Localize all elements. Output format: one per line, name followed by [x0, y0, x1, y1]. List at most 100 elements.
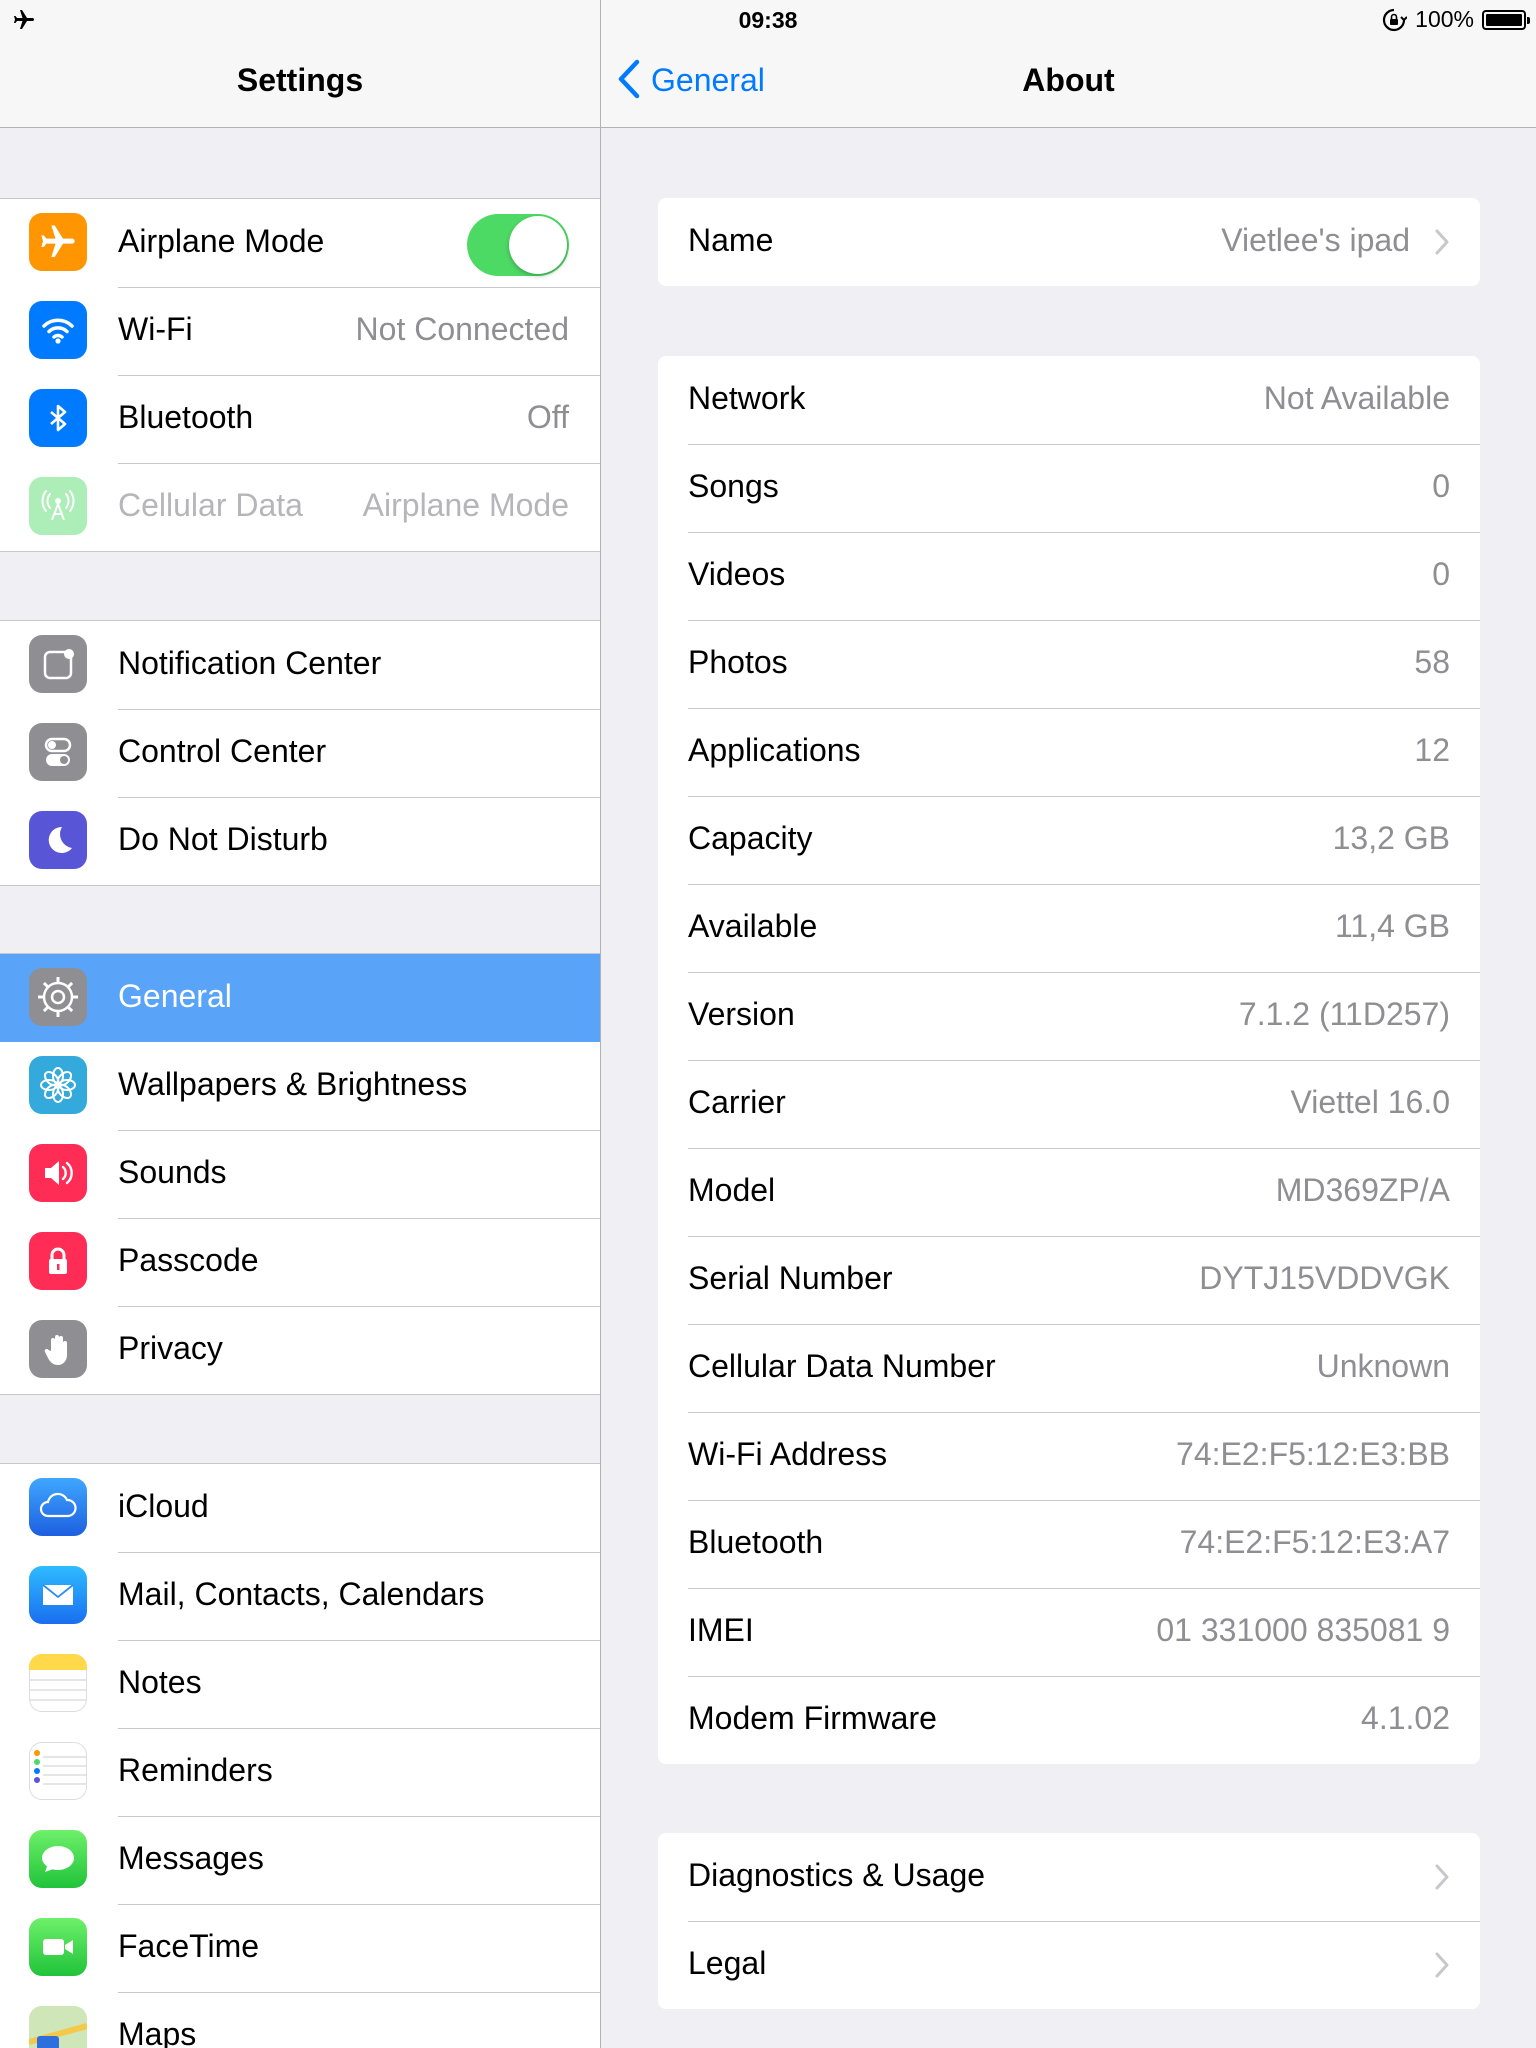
sidebar-item-maps[interactable]: Maps	[0, 1992, 600, 2048]
sidebar-item-label: Reminders	[118, 1752, 273, 1788]
row-value: 12	[1414, 732, 1450, 768]
songs-row: Songs 0	[658, 444, 1480, 532]
chevron-right-icon	[1435, 1952, 1449, 1978]
sidebar-item-label: Wi-Fi	[118, 311, 193, 347]
sidebar-item-label: Privacy	[118, 1330, 223, 1366]
sidebar-item-control-center[interactable]: Control Center	[0, 709, 600, 797]
row-value: 0	[1432, 468, 1450, 504]
sidebar-item-general[interactable]: General	[0, 954, 600, 1042]
row-value: MD369ZP/A	[1275, 1172, 1450, 1208]
about-group-info: Network Not Available Songs 0 Videos 0 Phot…	[658, 356, 1480, 1764]
sidebar-item-reminders[interactable]: Reminders	[0, 1728, 600, 1816]
settings-master-pane: Settings Airplane Mode Wi-Fi Not Connect…	[0, 0, 601, 2048]
chevron-right-icon	[1435, 229, 1449, 255]
sidebar-item-cellular-data[interactable]: Cellular Data Airplane Mode	[0, 463, 600, 551]
settings-group-connectivity: Airplane Mode Wi-Fi Not Connected Blueto…	[0, 198, 600, 552]
row-value: Unknown	[1316, 1348, 1450, 1384]
messages-icon	[29, 1830, 87, 1888]
row-value: DYTJ15VDDVGK	[1199, 1260, 1450, 1296]
control-center-icon	[29, 723, 87, 781]
row-label: Videos	[688, 556, 786, 592]
row-value: 13,2 GB	[1332, 820, 1450, 856]
speaker-icon	[29, 1144, 87, 1202]
row-label: Songs	[688, 468, 779, 504]
row-value: 0	[1432, 556, 1450, 592]
sidebar-item-mail-contacts-calendars[interactable]: Mail, Contacts, Calendars	[0, 1552, 600, 1640]
lock-icon	[29, 1232, 87, 1290]
row-label: Wi-Fi Address	[688, 1436, 888, 1472]
row-label: Serial Number	[688, 1260, 893, 1296]
available-row: Available 11,4 GB	[658, 884, 1480, 972]
sidebar-item-label: Mail, Contacts, Calendars	[118, 1576, 485, 1612]
gear-icon	[29, 968, 87, 1026]
sidebar-item-notes[interactable]: Notes	[0, 1640, 600, 1728]
row-label: Available	[688, 908, 818, 944]
sidebar-item-airplane-mode[interactable]: Airplane Mode	[0, 199, 600, 287]
status-right: 100%	[1381, 6, 1530, 33]
sidebar-item-label: FaceTime	[118, 1928, 260, 1964]
sidebar-item-label: Passcode	[118, 1242, 259, 1278]
page-title: About	[1022, 62, 1115, 98]
version-row: Version 7.1.2 (11D257)	[658, 972, 1480, 1060]
sidebar-item-label: Do Not Disturb	[118, 821, 328, 857]
page-title: Settings	[236, 62, 364, 98]
sidebar-item-messages[interactable]: Messages	[0, 1816, 600, 1904]
sidebar-item-do-not-disturb[interactable]: Do Not Disturb	[0, 797, 600, 885]
wifi-icon	[29, 301, 87, 359]
moon-icon	[29, 811, 87, 869]
airplane-mode-toggle[interactable]	[467, 214, 569, 276]
notes-icon	[29, 1654, 87, 1712]
sidebar-item-notification-center[interactable]: Notification Center	[0, 621, 600, 709]
row-value: Not Available	[1263, 380, 1450, 416]
settings-group-notifications: Notification Center Control Center Do No…	[0, 620, 600, 886]
legal-row[interactable]: Legal	[658, 1921, 1480, 2009]
row-value: 74:E2:F5:12:E3:A7	[1179, 1524, 1450, 1560]
sidebar-item-value: Airplane Mode	[362, 487, 569, 523]
maps-icon	[29, 2006, 87, 2048]
sidebar-item-wifi[interactable]: Wi-Fi Not Connected	[0, 287, 600, 375]
modem-firmware-row: Modem Firmware 4.1.02	[658, 1676, 1480, 1764]
sidebar-item-label: Wallpapers & Brightness	[118, 1066, 468, 1102]
status-bar: 09:38 100%	[0, 0, 1536, 40]
sidebar-item-passcode[interactable]: Passcode	[0, 1218, 600, 1306]
name-row[interactable]: Name Vietlee's ipad	[658, 198, 1480, 286]
chevron-right-icon	[1435, 1864, 1449, 1890]
row-label: Bluetooth	[688, 1524, 824, 1560]
carrier-row: Carrier Viettel 16.0	[658, 1060, 1480, 1148]
row-value: Viettel 16.0	[1290, 1084, 1450, 1120]
sidebar-item-bluetooth[interactable]: Bluetooth Off	[0, 375, 600, 463]
reminders-icon	[29, 1742, 87, 1800]
sidebar-item-label: Notes	[118, 1664, 202, 1700]
row-value: 7.1.2 (11D257)	[1238, 996, 1450, 1032]
flower-icon	[29, 1056, 87, 1114]
sidebar-item-facetime[interactable]: FaceTime	[0, 1904, 600, 1992]
hand-icon	[29, 1320, 87, 1378]
wifi-address-row: Wi-Fi Address 74:E2:F5:12:E3:BB	[658, 1412, 1480, 1500]
sidebar-item-wallpapers-brightness[interactable]: Wallpapers & Brightness	[0, 1042, 600, 1130]
diagnostics-usage-row[interactable]: Diagnostics & Usage	[658, 1833, 1480, 1921]
status-time: 09:38	[738, 7, 798, 33]
battery-icon	[1482, 9, 1530, 30]
row-label: Photos	[688, 644, 788, 680]
row-label: Modem Firmware	[688, 1700, 937, 1736]
sidebar-item-icloud[interactable]: iCloud	[0, 1464, 600, 1552]
bluetooth-icon	[29, 389, 87, 447]
sidebar-item-value: Not Connected	[355, 311, 569, 347]
sidebar-item-sounds[interactable]: Sounds	[0, 1130, 600, 1218]
about-detail-pane: General About Name Vietlee's ipad Networ…	[601, 0, 1536, 2048]
row-value: 74:E2:F5:12:E3:BB	[1176, 1436, 1450, 1472]
settings-group-general: General Wallpapers & Brightness Sounds P…	[0, 953, 600, 1395]
sidebar-item-label: Cellular Data	[118, 487, 303, 523]
about-group-legal: Diagnostics & Usage Legal	[658, 1833, 1480, 2009]
row-value: 4.1.02	[1361, 1700, 1450, 1736]
row-label: Model	[688, 1172, 776, 1208]
about-group-name: Name Vietlee's ipad	[658, 198, 1480, 286]
row-value: 11,4 GB	[1334, 908, 1450, 944]
capacity-row: Capacity 13,2 GB	[658, 796, 1480, 884]
sidebar-item-label: Airplane Mode	[118, 223, 325, 259]
sidebar-item-privacy[interactable]: Privacy	[0, 1306, 600, 1394]
row-label: Carrier	[688, 1084, 786, 1120]
sidebar-item-label: iCloud	[118, 1488, 209, 1524]
battery-percent: 100%	[1415, 6, 1474, 32]
network-row: Network Not Available	[658, 356, 1480, 444]
